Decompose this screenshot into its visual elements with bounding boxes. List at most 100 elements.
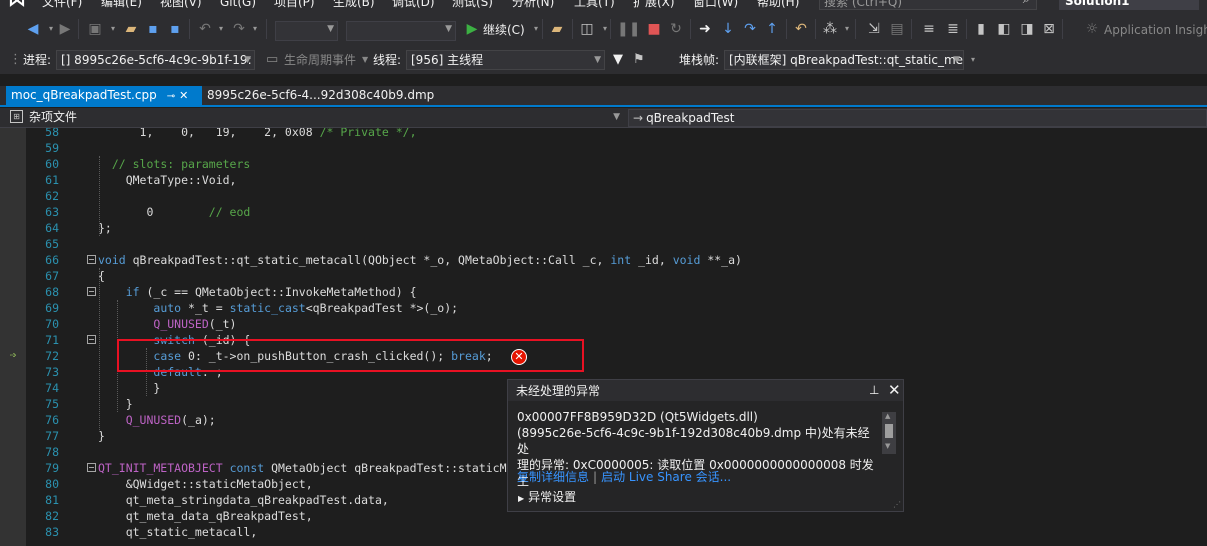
platform-dropdown[interactable]: ▼ bbox=[346, 21, 456, 41]
lifecycle-events-dropdown[interactable]: 生命周期事件 bbox=[284, 52, 356, 68]
message-scrollbar[interactable]: ▲ ▼ bbox=[882, 412, 896, 454]
next-bookmark-icon[interactable]: ◨ bbox=[1018, 20, 1036, 38]
show-next-statement-icon[interactable]: ➜ bbox=[696, 20, 714, 38]
code-line[interactable]: 59 bbox=[0, 140, 1207, 156]
code-line[interactable]: 83 qt_static_metacall, bbox=[0, 524, 1207, 540]
bookmark-icon[interactable]: ▮ bbox=[972, 20, 990, 38]
thread-filter-icon[interactable]: ⁂ bbox=[821, 20, 839, 38]
menu-project[interactable]: 项目(P) bbox=[274, 0, 315, 10]
close-icon[interactable]: ✕ bbox=[888, 381, 901, 399]
tab-dump-file[interactable]: 8995c26e-5cf6-4...92d308c40b9.dmp bbox=[202, 86, 437, 105]
menu-debug[interactable]: 调试(D) bbox=[392, 0, 435, 10]
menu-build[interactable]: 生成(B) bbox=[333, 0, 375, 10]
tab-moc-qbreakpadtest[interactable]: moc_qBreakpadTest.cpp ⊸ ✕ bbox=[6, 86, 202, 105]
pin-icon[interactable]: ⊥ bbox=[869, 383, 879, 397]
code-line[interactable]: 66 void qBreakpadTest::qt_static_metacall… bbox=[0, 252, 1207, 268]
line-number: 62 bbox=[45, 189, 59, 203]
menu-edit[interactable]: 编辑(E) bbox=[101, 0, 142, 10]
save-icon[interactable]: ▪ bbox=[144, 20, 162, 38]
thread-dropdown[interactable]: [956] 主线程 ▼ bbox=[406, 50, 605, 70]
code-line[interactable]: 65 bbox=[0, 236, 1207, 252]
collapse-toggle-icon[interactable] bbox=[87, 255, 96, 264]
separator bbox=[610, 19, 611, 39]
code-line[interactable]: 61 QMetaType::Void, bbox=[0, 172, 1207, 188]
flag-threads-icon[interactable]: ⚑ bbox=[633, 52, 645, 68]
collapse-toggle-icon[interactable] bbox=[87, 287, 96, 296]
restart-icon[interactable]: ↻ bbox=[667, 20, 685, 38]
error-icon[interactable]: ✕ bbox=[511, 349, 527, 365]
thread-filter-dropdown-icon[interactable]: ▾ bbox=[838, 20, 856, 38]
menu-git[interactable]: Git(G) bbox=[220, 0, 256, 10]
indent-icon[interactable]: ≡ bbox=[920, 20, 938, 38]
separator bbox=[855, 19, 856, 39]
exception-helper-popup: 未经处理的异常 ⊥ ✕ 0x00007FF8B959D32D (Qt5Widge… bbox=[507, 379, 904, 512]
code-line[interactable]: 69 auto *_t = static_cast<qBreakpadTest … bbox=[0, 300, 1207, 316]
application-insights-icon[interactable]: ☼ bbox=[1083, 20, 1101, 38]
scroll-up-icon[interactable]: ▲ bbox=[885, 412, 890, 420]
pin-icon[interactable]: ⊸ bbox=[167, 87, 175, 106]
continue-button[interactable]: 继续(C) bbox=[483, 22, 525, 38]
hot-reload-icon[interactable]: ↶ bbox=[792, 20, 810, 38]
scroll-down-icon[interactable]: ▼ bbox=[885, 442, 890, 450]
menu-help[interactable]: 帮助(H) bbox=[757, 0, 799, 10]
screenshot-icon[interactable]: ◫ bbox=[578, 20, 596, 38]
step-out-icon[interactable]: ↑ bbox=[763, 20, 781, 38]
save-all-icon[interactable]: ▪ bbox=[166, 20, 184, 38]
step-into-icon[interactable]: ↓ bbox=[719, 20, 737, 38]
back-icon[interactable]: ◀ bbox=[24, 20, 42, 38]
breakpoint-toolbar-icon[interactable]: ⇲ bbox=[865, 20, 883, 38]
application-insights-button[interactable]: Application Insights bbox=[1104, 22, 1207, 38]
code-line[interactable]: 70 Q_UNUSED(_t) bbox=[0, 316, 1207, 332]
clear-bookmarks-icon[interactable]: ⊠ bbox=[1040, 20, 1058, 38]
process-dropdown[interactable]: [] 8995c26e-5cf6-4c9c-9b1f-19: ▼ bbox=[56, 50, 255, 70]
member-dropdown[interactable]: → qBreakpadTest bbox=[628, 109, 1207, 127]
scroll-thumb[interactable] bbox=[885, 424, 893, 438]
comment-icon[interactable]: ▤ bbox=[888, 20, 906, 38]
continue-icon[interactable]: ▶ bbox=[463, 20, 481, 38]
new-dropdown-icon[interactable]: ▾ bbox=[104, 20, 122, 38]
forward-icon[interactable]: ▶ bbox=[56, 20, 74, 38]
open-folder-icon[interactable]: ▰ bbox=[122, 20, 140, 38]
document-tabs: moc_qBreakpadTest.cpp ⊸ ✕ 8995c26e-5cf6-4.… bbox=[0, 86, 1207, 107]
menu-tools[interactable]: 工具(T) bbox=[574, 0, 615, 10]
prev-bookmark-icon[interactable]: ◧ bbox=[995, 20, 1013, 38]
outdent-icon[interactable]: ≣ bbox=[944, 20, 962, 38]
collapse-toggle-icon[interactable] bbox=[87, 463, 96, 472]
collapse-toggle-icon[interactable] bbox=[87, 335, 96, 344]
code-line[interactable]: 64}; bbox=[0, 220, 1207, 236]
redo-dropdown-icon[interactable]: ▾ bbox=[246, 20, 264, 38]
new-project-icon[interactable]: ▣ bbox=[86, 20, 104, 38]
configuration-dropdown[interactable]: ▼ bbox=[275, 21, 338, 41]
menu-test[interactable]: 测试(S) bbox=[452, 0, 493, 10]
stack-frame-dropdown[interactable]: [内联框架] qBreakpadTest::qt_static_me ▼ bbox=[724, 50, 964, 70]
exception-settings-expander[interactable]: ▶ 异常设置 bbox=[518, 489, 576, 507]
filter-icon[interactable]: ▼ bbox=[613, 52, 623, 68]
menu-analyze[interactable]: 分析(N) bbox=[512, 0, 554, 10]
code-line[interactable]: 60 // slots: parameters bbox=[0, 156, 1207, 172]
code-line[interactable]: 62 bbox=[0, 188, 1207, 204]
screenshot-dropdown-icon[interactable]: ▾ bbox=[596, 20, 614, 38]
undo-dropdown-icon[interactable]: ▾ bbox=[212, 20, 230, 38]
code-text: Q_UNUSED(_t) bbox=[153, 317, 237, 331]
resize-grip-icon[interactable]: ⋰ bbox=[893, 500, 901, 509]
menu-view[interactable]: 视图(V) bbox=[160, 0, 202, 10]
toolbar-options-icon[interactable]: ▾ bbox=[971, 52, 975, 68]
separator bbox=[1062, 19, 1063, 39]
code-line[interactable]: 67{ bbox=[0, 268, 1207, 284]
menu-extensions[interactable]: 扩展(X) bbox=[633, 0, 675, 10]
code-line[interactable]: 63 0 // eod bbox=[0, 204, 1207, 220]
live-share-link[interactable]: 启动 Live Share 会话... bbox=[601, 470, 731, 484]
copy-details-link[interactable]: 复制详细信息 bbox=[517, 470, 589, 484]
code-line[interactable]: 58 1, 0, 19, 2, 0x08 /* Private */, bbox=[0, 128, 1207, 140]
line-number: 80 bbox=[45, 477, 59, 491]
code-line[interactable]: 68 if (_c == QMetaObject::InvokeMetaMeth… bbox=[0, 284, 1207, 300]
menu-window[interactable]: 窗口(W) bbox=[693, 0, 738, 10]
search-input[interactable]: 搜索 (Ctrl+Q) ⌕ bbox=[819, 0, 1037, 10]
scope-dropdown[interactable]: 杂项文件 ▼ bbox=[25, 109, 625, 127]
step-over-icon[interactable]: ↷ bbox=[741, 20, 759, 38]
attach-icon[interactable]: ▰ bbox=[548, 20, 566, 38]
break-all-icon[interactable]: ❚❚ bbox=[617, 20, 640, 38]
close-icon[interactable]: ✕ bbox=[179, 86, 188, 105]
stop-debugging-icon[interactable]: ■ bbox=[645, 20, 663, 38]
menu-file[interactable]: 文件(F) bbox=[42, 0, 82, 10]
